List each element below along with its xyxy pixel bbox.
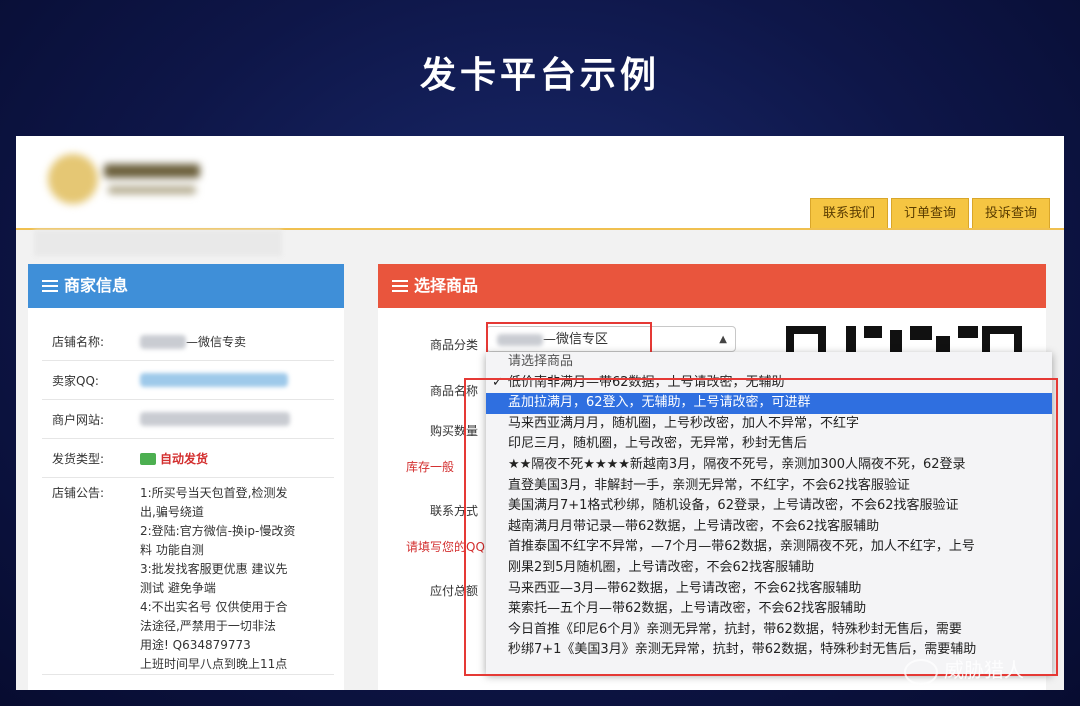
store-notice-text: 1:所买号当天包首登,检测发 出,骗号绕道 2:登陆:官方微信-换ip-慢改资 …	[140, 478, 334, 674]
delivery-type-label: 发货类型:	[52, 451, 105, 466]
seller-qq-row: 卖家QQ:	[42, 361, 334, 400]
merchant-site-label: 商户网站:	[52, 412, 105, 427]
product-select-header: 选择商品	[378, 264, 1046, 308]
store-notice-row: 店铺公告: 1:所买号当天包首登,检测发 出,骗号绕道 2:登陆:官方微信-换i…	[42, 478, 334, 675]
notice-line: 测试 避免争端	[140, 581, 216, 595]
merchant-site-row: 商户网站:	[42, 400, 334, 439]
store-name-text: —微信专卖	[186, 334, 247, 349]
list-icon	[392, 280, 408, 292]
tab-contact-us[interactable]: 联系我们	[809, 198, 888, 229]
notice-line: 3:批发找客服更优惠 建议先	[140, 562, 288, 576]
stock-status: 库存一般	[406, 460, 455, 474]
watermark-text: 威胁猎人	[944, 658, 1024, 682]
seller-qq-value	[140, 373, 334, 388]
merchant-info-panel: 商家信息 店铺名称: —微信专卖 卖家QQ: 商户网站: 发货类型: 自动发货 …	[28, 264, 344, 690]
dropdown-placeholder[interactable]: 请选择商品	[486, 352, 1052, 373]
watermark: 威胁猎人	[904, 654, 1024, 685]
delivery-type-value: 自动发货	[140, 450, 334, 467]
store-name-label: 店铺名称:	[52, 334, 105, 349]
merchant-info-title: 商家信息	[64, 276, 129, 295]
category-label: 商品分类	[430, 338, 479, 352]
select-arrows-icon: ▲	[719, 334, 727, 345]
product-select-title: 选择商品	[414, 276, 479, 295]
notice-line: 用途! Q634879773	[140, 638, 251, 652]
store-notice-label: 店铺公告:	[52, 486, 105, 500]
delivery-type-row: 发货类型: 自动发货	[42, 439, 334, 478]
merchant-info-table: 店铺名称: —微信专卖 卖家QQ: 商户网站: 发货类型: 自动发货 店铺公告:…	[42, 322, 334, 675]
blurred-strip	[34, 230, 282, 256]
notice-line: 1:所买号当天包首登,检测发	[140, 486, 288, 500]
blurred-qq	[140, 373, 288, 388]
notice-line: 4:不出实名号 仅供使用于合	[140, 600, 288, 614]
blurred-url	[140, 412, 290, 427]
store-name-value: —微信专卖	[140, 333, 334, 350]
notice-line: 2:登陆:官方微信-换ip-慢改资	[140, 524, 296, 538]
seller-qq-label: 卖家QQ:	[52, 373, 99, 388]
site-header: 联系我们 订单查询 投诉查询	[16, 136, 1064, 230]
notice-line: 出,骗号绕道	[140, 505, 204, 519]
wechat-icon	[904, 658, 938, 685]
tab-complaint-query[interactable]: 投诉查询	[971, 198, 1050, 229]
site-logo	[48, 150, 208, 210]
delivery-icon	[140, 453, 156, 465]
merchant-site-value	[140, 412, 334, 427]
notice-line: 法途径,严禁用于一切非法	[140, 619, 276, 633]
merchant-info-header: 商家信息	[28, 264, 344, 308]
auto-delivery-text: 自动发货	[160, 451, 209, 466]
slide-title: 发卡平台示例	[419, 55, 660, 96]
tab-order-query[interactable]: 订单查询	[890, 198, 969, 229]
store-name-row: 店铺名称: —微信专卖	[42, 322, 334, 361]
notice-line: 上班时间早八点到晚上11点	[140, 657, 288, 671]
notice-line: 料 功能自测	[140, 543, 204, 557]
list-icon	[42, 280, 58, 292]
blurred-text	[140, 335, 186, 349]
highlight-box-items	[464, 378, 1058, 676]
top-nav: 联系我们 订单查询 投诉查询	[809, 198, 1050, 229]
